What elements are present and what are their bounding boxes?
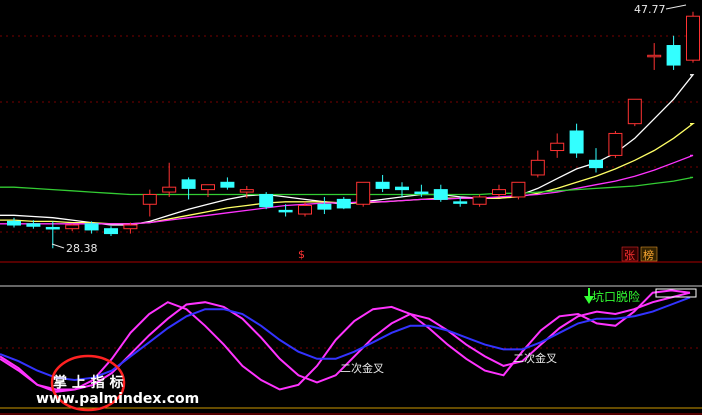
- cross-label-2: 二次金叉: [513, 351, 557, 365]
- candle-body: [589, 159, 603, 169]
- candle: [589, 148, 603, 173]
- candle: [220, 177, 235, 190]
- candle-body: [162, 186, 177, 193]
- candle: [65, 223, 80, 232]
- candle-body: [220, 181, 235, 188]
- candle: [142, 189, 157, 217]
- candle-body: [395, 186, 409, 191]
- candle-body: [356, 181, 371, 205]
- candle-body: [686, 15, 700, 61]
- candle: [375, 174, 390, 193]
- cross-label-1: 二次金叉: [340, 361, 384, 375]
- high-price-pointer: [665, 4, 687, 10]
- candle: [472, 194, 487, 207]
- low-price-label: 28.38: [66, 242, 98, 255]
- candle-body: [142, 194, 157, 205]
- candle-body: [65, 224, 80, 230]
- candle: [7, 217, 21, 228]
- candle-body: [7, 220, 21, 226]
- watermark-cn: 掌 上 指 标: [53, 374, 124, 391]
- candle: [336, 196, 351, 210]
- candle-body: [414, 191, 429, 195]
- candle: [550, 133, 565, 158]
- candle-body: [104, 228, 118, 235]
- candle-body: [336, 198, 351, 209]
- candle: [569, 123, 584, 158]
- candle: [259, 192, 274, 210]
- candle-body: [181, 179, 196, 189]
- candle: [608, 131, 623, 158]
- candle: [317, 196, 332, 215]
- candle-body: [433, 189, 448, 200]
- candle-body: [530, 159, 545, 176]
- signal-marker: $: [298, 248, 305, 261]
- candle: [181, 177, 196, 200]
- candle-body: [453, 201, 468, 204]
- candle: [162, 162, 177, 197]
- candle-body: [608, 132, 623, 156]
- candle-body: [492, 189, 506, 196]
- breakout-label: 坑口脱险: [592, 289, 640, 304]
- ma-line-1: [0, 123, 695, 225]
- candle-body: [123, 224, 138, 230]
- candle-body: [278, 209, 293, 213]
- candle-body: [317, 203, 332, 210]
- candles: [7, 11, 700, 249]
- candle: [666, 35, 681, 70]
- candle: [356, 181, 371, 207]
- candle-body: [298, 204, 312, 215]
- candle-body: [666, 45, 681, 66]
- candle-body: [201, 184, 215, 191]
- candle-body: [45, 226, 60, 230]
- candle: [511, 181, 526, 200]
- candle: [647, 43, 662, 70]
- badge-bang: 榜: [643, 248, 654, 262]
- candle-body: [550, 142, 565, 152]
- candle-body: [26, 223, 41, 227]
- candle-body: [511, 181, 526, 198]
- candle-body: [259, 194, 274, 208]
- stock-chart: 47.77 28.38 $ 张 榜 坑口脱险 二次金叉 二次金叉 掌 上 指 标…: [0, 3, 702, 415]
- candle: [433, 184, 448, 202]
- candle-body: [239, 189, 254, 193]
- candle-body: [627, 98, 642, 125]
- candle: [530, 150, 545, 178]
- candle: [627, 98, 642, 127]
- candle-body: [569, 130, 584, 154]
- watermark-url: www.palmindex.com: [36, 391, 199, 407]
- candle-body: [375, 181, 390, 189]
- candle-body: [84, 223, 99, 231]
- candle: [686, 11, 700, 63]
- candle: [104, 226, 118, 237]
- candle: [492, 184, 506, 197]
- high-price-label: 47.77: [634, 3, 666, 16]
- low-price-pointer: [51, 243, 65, 249]
- candle-body: [472, 196, 487, 205]
- candle-body: [647, 54, 662, 58]
- badge-zhang: 张: [624, 249, 635, 262]
